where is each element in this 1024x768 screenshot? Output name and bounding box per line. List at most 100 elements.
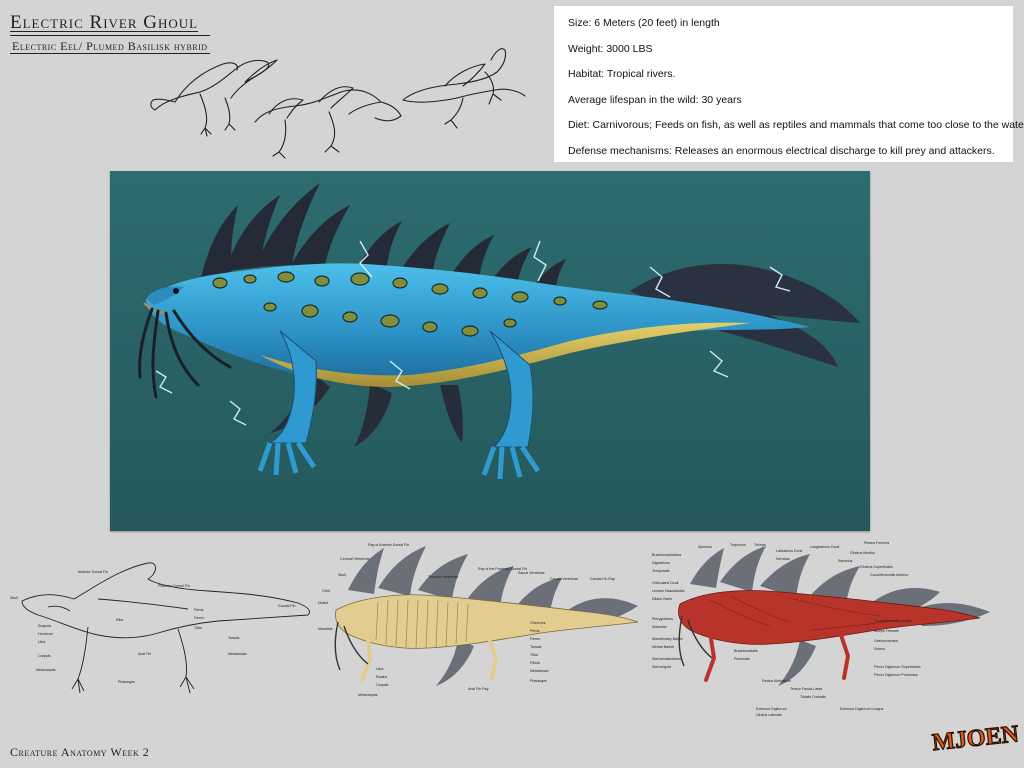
label-scapula: Scapula [38, 624, 51, 628]
stat-defense: Defense mechanisms: Releases an enormous… [568, 144, 995, 157]
label-anterior-dorsal-fin: Anterior Dorsal Fin [78, 570, 108, 574]
label-caudal-fin-ray: Caudal Fin Ray [590, 577, 615, 581]
label-caudofemoralis-anterior: Caudofemoralis Anterior [870, 573, 909, 577]
label-carpals: Carpals [38, 654, 51, 658]
label-ulnaris-lateralis: Ulnaris Lateralis [756, 713, 782, 717]
label-longissimus-dorsi: Longissimus Dorsi [810, 545, 840, 549]
thumbnail-sketch-2 [254, 86, 402, 159]
label-humerus: Humerus [38, 632, 53, 636]
label-metacarpals: Metacarpals [36, 668, 56, 672]
label-caudal-fin: Caudal Fin [278, 604, 295, 608]
label-anal-fin-ray: Anal Fin Ray [468, 687, 489, 691]
muscle-body [678, 590, 981, 645]
label-rectus-abdominis: Rectus Abdominis [762, 679, 791, 683]
label-pectoralis: Pectoralis [734, 657, 750, 661]
label-carpals-bone: Carpals [376, 683, 389, 687]
label-nostril: Nostril [318, 601, 328, 605]
label-caudofemoralis-longus: Caudofemoralis Longus [874, 619, 912, 623]
logo-text: MJOEN [931, 721, 1018, 756]
label-biceps-femoris: Biceps Femoris [874, 629, 899, 633]
label-phalanges: Phalanges [118, 680, 135, 684]
label-mandible: Mandible [318, 627, 333, 631]
label-flexor-digitorum-superficialis: Flexor Digitorum Superficialis [874, 665, 921, 669]
label-mental-barbel: Mental Barbel [652, 645, 674, 649]
label-anal-fin: Anal Fin [138, 652, 151, 656]
label-tibialis-cranialis: Tibialis Cranialis [800, 695, 826, 699]
label-levator-nasolabialis: Levator Nasolabialis [652, 589, 685, 593]
page-title: Electric River Ghoul [10, 12, 199, 33]
label-soleus: Soleus [874, 647, 885, 651]
label-brachioradialis: Brachioradialis [734, 649, 758, 653]
footer-caption: Creature Anatomy Week 2 [10, 745, 150, 759]
label-splenius: Splenius [698, 545, 712, 549]
label-masseter: Masseter [652, 625, 668, 629]
label-brachiocephalicus: Brachiocephalicus [652, 553, 681, 557]
label-orbicularis-oculi: Orbicularis Oculi [652, 581, 679, 585]
creature-illustration-panel [110, 171, 870, 531]
stat-diet: Diet: Carnivorous; Feeds on fish, as wel… [568, 119, 1024, 132]
label-dilator-naris: Dilator Naris [652, 597, 672, 601]
label-ulna-bone: Ulna [376, 667, 383, 671]
label-tibia-bone: Tibia [530, 653, 538, 657]
outline-anatomy-diagram: Skull Scapula Humerus Ulna Carpals Metac… [10, 562, 310, 694]
thumbnail-sketches [150, 48, 526, 159]
label-sternohyoid: Sternohyoid [652, 665, 671, 669]
label-ribs: Ribs [116, 618, 123, 622]
label-trapezius: Trapezius [730, 543, 746, 547]
label-pterygoideus: Pterygoideus [652, 617, 673, 621]
label-metatarsals-bone: Metatarsals [530, 669, 549, 673]
label-pelvis: Pelvis [194, 608, 204, 612]
stat-size: Size: 6 Meters (20 feet) in length [568, 17, 720, 29]
label-femur: Femur [194, 616, 205, 620]
label-skull: Skull [10, 596, 18, 600]
label-tensor-fascia-latae: Tensor Fascia Latae [790, 687, 822, 691]
label-temporalis: Temporalis [652, 569, 670, 573]
title-divider [10, 35, 210, 36]
label-pelvis-bone: Pelvis [530, 629, 540, 633]
muscle-anatomy-diagram: Splenius Trapezius Triceps Brachiocephal… [652, 541, 990, 717]
creature-illustration [138, 183, 860, 480]
label-extensor-digitorum-longus: Extensor Digitorum Longus [840, 707, 884, 711]
label-fibula-bone: Fibula [530, 661, 540, 665]
label-cervical-vertebrae: Cervical Vertebrae [340, 557, 370, 561]
label-posterior-dorsal-fin: Posterior Dorsal Fin [158, 584, 190, 588]
label-mandibulary-barbel: Mandibulary Barbel [652, 637, 683, 641]
label-tarsals-bone: Tarsals [530, 645, 542, 649]
label-ray-anterior-dorsal-fin: Ray of Anterior Dorsal Fin [368, 543, 409, 547]
label-gastrocnemius: Gastrocnemius [874, 639, 898, 643]
stat-lifespan: Average lifespan in the wild: 30 years [568, 93, 742, 106]
label-serratus: Serratus [776, 557, 790, 561]
label-radius-bone: Radius [376, 675, 387, 679]
label-ulna: Ulna [38, 640, 45, 644]
label-extensor-digitorum: Extensor Digitorum [756, 707, 787, 711]
creature-stats-card: Size: 6 Meters (20 feet) in length Weigh… [554, 6, 1024, 162]
label-sartorius: Sartorius [838, 559, 853, 563]
label-thoracic-vertebrae: Thoracic Vertebrae [428, 575, 458, 579]
artist-signature-logo: MJOEN [930, 721, 1018, 757]
label-caudal-vertebrae: Caudal Vertebrae [550, 577, 578, 581]
label-chevrons: Chevrons [530, 621, 546, 625]
thumbnail-sketch-3 [402, 48, 526, 129]
skeleton-anatomy-diagram: Ray of Anterior Dorsal Fin Cervical Vert… [318, 543, 639, 697]
outline-diagram-labels: Skull Scapula Humerus Ulna Carpals Metac… [10, 570, 295, 684]
label-metacarpals-bone: Metacarpals [358, 693, 378, 697]
stat-weight: Weight: 3000 LBS [568, 42, 653, 55]
label-rectus-femoris: Rectus Femoris [864, 541, 889, 545]
label-orbit: Orbit [322, 589, 330, 593]
label-flexor-digitorum-profundus: Flexor Digitorum Profundus [874, 673, 918, 677]
label-sternomastoideus: Sternomastoideus [652, 657, 681, 661]
label-digastricus: Digastricus [652, 561, 670, 565]
thumbnail-sketch-1 [150, 59, 278, 137]
label-sacral-vertebrae: Sacral Vertebrae [518, 571, 545, 575]
label-gluteus-superficialis: Gluteus Superficialis [860, 565, 893, 569]
label-metatarsals: Metatarsals [228, 652, 247, 656]
label-skull-bone: Skull [338, 573, 346, 577]
label-femur-bone: Femur [530, 637, 541, 641]
label-triceps: Triceps [754, 543, 766, 547]
label-latissimus-dorsi: Latissimus Dorsi [776, 549, 803, 553]
label-tibia: Tibia [194, 626, 202, 630]
stat-habitat: Habitat: Tropical rivers. [568, 68, 676, 81]
label-phalanges-hind: Phalanges [530, 679, 547, 683]
label-gluteus-medius: Gluteus Medius [850, 551, 875, 555]
label-tarsals: Tarsals [228, 636, 240, 640]
